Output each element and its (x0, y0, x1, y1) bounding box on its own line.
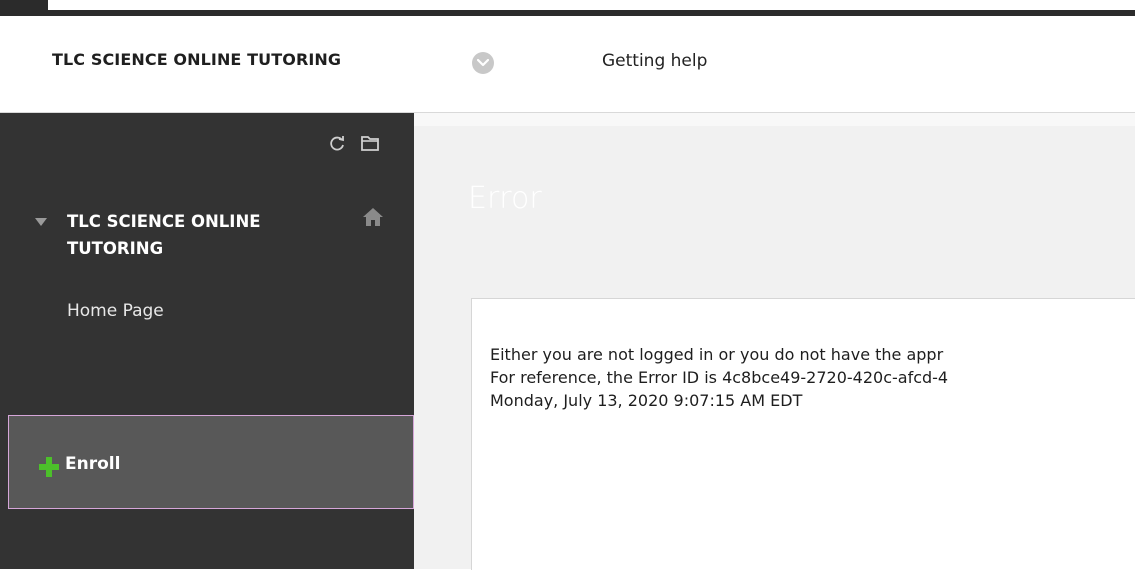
enroll-button[interactable]: Enroll (8, 415, 414, 509)
top-frame-corner (0, 0, 48, 16)
top-frame-bar (0, 0, 1135, 16)
error-message-box: Either you are not logged in or you do n… (471, 298, 1135, 570)
error-message: Either you are not logged in or you do n… (490, 343, 1135, 412)
chevron-down-icon (477, 59, 489, 67)
refresh-icon[interactable] (328, 134, 346, 152)
home-icon[interactable] (362, 207, 384, 227)
collapse-arrow-icon[interactable] (35, 218, 47, 228)
content-top-strip (414, 113, 1135, 126)
error-line: Either you are not logged in or you do n… (490, 345, 944, 364)
plus-icon (39, 457, 59, 477)
course-menu-sidebar: TLC SCIENCE ONLINE TUTORING Home Page En… (0, 113, 414, 569)
course-title[interactable]: TLC SCIENCE ONLINE TUTORING (52, 50, 341, 69)
main-content: Error Either you are not logged in or yo… (414, 113, 1135, 570)
course-menu-button[interactable] (472, 52, 494, 74)
sidebar-item-home-page[interactable]: Home Page (67, 301, 164, 321)
folder-icon[interactable] (360, 134, 380, 152)
error-line: Monday, July 13, 2020 9:07:15 AM EDT (490, 391, 803, 410)
error-line: For reference, the Error ID is 4c8bce49-… (490, 368, 949, 387)
course-header: TLC SCIENCE ONLINE TUTORING Getting help (0, 16, 1135, 113)
getting-help-link[interactable]: Getting help (602, 51, 707, 71)
enroll-label: Enroll (65, 454, 121, 474)
page-title: Error (468, 181, 542, 216)
sidebar-course-title[interactable]: TLC SCIENCE ONLINE TUTORING (67, 208, 337, 262)
